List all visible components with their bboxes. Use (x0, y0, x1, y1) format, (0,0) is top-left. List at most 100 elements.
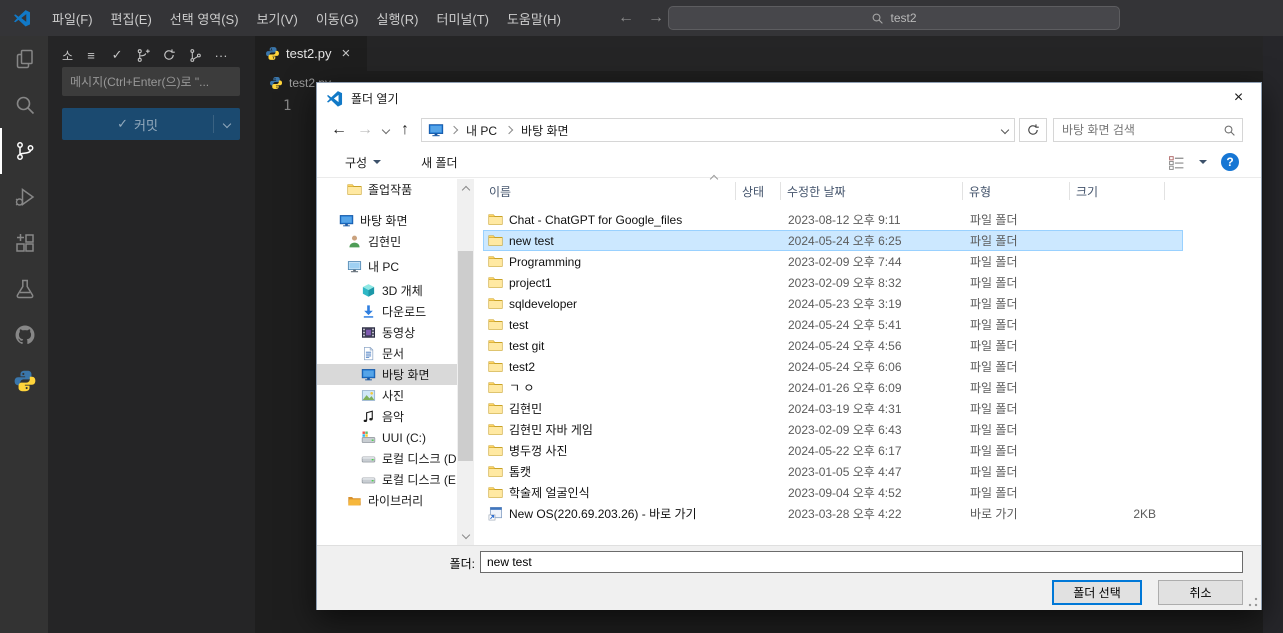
select-folder-button[interactable]: 폴더 선택 (1052, 580, 1142, 605)
commit-check-icon[interactable]: ✓ (109, 47, 125, 63)
tree-item-drive-d[interactable]: 로컬 디스크 (D (317, 448, 457, 469)
address-crumb-pc[interactable]: 내 PC (464, 122, 499, 139)
file-row[interactable]: 김현민 2024-03-19 오후 4:31 파일 폴더 (483, 398, 1183, 419)
tree-item-music[interactable]: 음악 (317, 406, 457, 427)
new-folder-button[interactable]: 새 폴더 (411, 147, 467, 177)
folder-icon (488, 233, 503, 248)
address-dropdown-icon[interactable] (1000, 125, 1010, 135)
search-icon (1223, 124, 1236, 137)
recent-locations-icon[interactable] (381, 125, 391, 135)
shortcut-icon (488, 506, 503, 521)
resize-grip[interactable] (1248, 597, 1258, 607)
editor-scrollbar[interactable] (1263, 36, 1283, 633)
tree-item-libraries[interactable]: 라이브러리 (317, 490, 457, 511)
address-crumb-desktop[interactable]: 바탕 화면 (519, 122, 571, 139)
change-view-icon[interactable] (1168, 154, 1185, 171)
tree-item-documents[interactable]: 문서 (317, 343, 457, 364)
tree-item-drive-c[interactable]: UUI (C:) (317, 427, 457, 448)
folder-name-input[interactable] (480, 551, 1243, 573)
back-button[interactable]: ← (331, 122, 347, 138)
menu-terminal[interactable]: 터미널(T) (427, 0, 497, 36)
more-actions-icon[interactable]: ··· (213, 47, 229, 63)
scroll-up-icon[interactable] (457, 179, 474, 196)
file-row[interactable]: 학술제 얼굴인식 2023-09-04 오후 4:52 파일 폴더 (483, 482, 1183, 503)
folder-icon (488, 485, 503, 500)
activity-run-debug-icon[interactable] (0, 174, 48, 220)
create-branch-icon[interactable] (135, 47, 151, 63)
help-button[interactable]: ? (1221, 153, 1239, 171)
address-bar[interactable]: 내 PC 바탕 화면 (421, 118, 1015, 142)
menu-help[interactable]: 도움말(H) (498, 0, 570, 36)
column-header-status[interactable]: 상태 (736, 182, 781, 200)
menu-selection[interactable]: 선택 영역(S) (161, 0, 248, 36)
history-forward-icon[interactable]: → (648, 9, 664, 27)
tree-item-drive-e[interactable]: 로컬 디스크 (E (317, 469, 457, 490)
cancel-button[interactable]: 취소 (1158, 580, 1243, 605)
view-dropdown-icon[interactable] (1199, 160, 1207, 164)
activity-search-icon[interactable] (0, 82, 48, 128)
menu-file[interactable]: 파일(F) (43, 0, 102, 36)
tree-item-desktop-selected[interactable]: 바탕 화면 (317, 364, 457, 385)
activity-python-icon[interactable] (0, 358, 48, 404)
commit-message-input[interactable] (62, 67, 240, 96)
scroll-down-icon[interactable] (457, 528, 474, 545)
tab-close-icon[interactable]: × (342, 45, 351, 62)
file-row-selected[interactable]: new test 2024-05-24 오후 6:25 파일 폴더 (483, 230, 1183, 251)
file-row-shortcut[interactable]: New OS(220.69.203.26) - 바로 가기 2023-03-28… (483, 503, 1183, 524)
column-header-type[interactable]: 유형 (963, 182, 1070, 200)
file-row[interactable]: sqldeveloper 2024-05-23 오후 3:19 파일 폴더 (483, 293, 1183, 314)
activity-github-icon[interactable] (0, 312, 48, 358)
tree-item-videos[interactable]: 동영상 (317, 322, 457, 343)
menu-run[interactable]: 실행(R) (368, 0, 428, 36)
git-graph-icon[interactable] (187, 47, 203, 63)
organize-button[interactable]: 구성 (335, 147, 391, 177)
tree-item-user[interactable]: 김현민 (317, 231, 457, 252)
file-row[interactable]: Programming 2023-02-09 오후 7:44 파일 폴더 (483, 251, 1183, 272)
activity-extensions-icon[interactable] (0, 220, 48, 266)
folder-icon (488, 422, 503, 437)
activity-testing-icon[interactable] (0, 266, 48, 312)
view-as-list-icon[interactable]: ≡ (83, 47, 99, 63)
file-row[interactable]: Chat - ChatGPT for Google_files 2023-08-… (483, 209, 1183, 230)
column-header-size[interactable]: 크기 (1070, 182, 1165, 200)
new-folder-label: 새 폴더 (421, 155, 458, 170)
file-row[interactable]: 톰캣 2023-01-05 오후 4:47 파일 폴더 (483, 461, 1183, 482)
file-row[interactable]: ㄱ ㅇ 2024-01-26 오후 6:09 파일 폴더 (483, 377, 1183, 398)
file-row[interactable]: test 2024-05-24 오후 5:41 파일 폴더 (483, 314, 1183, 335)
menu-view[interactable]: 보기(V) (248, 0, 307, 36)
file-row[interactable]: test git 2024-05-24 오후 4:56 파일 폴더 (483, 335, 1183, 356)
dialog-search-input[interactable] (1054, 119, 1242, 141)
menu-go[interactable]: 이동(G) (307, 0, 368, 36)
python-file-icon (269, 76, 283, 90)
column-header-name[interactable]: 이름 (483, 182, 736, 200)
refresh-icon[interactable] (161, 47, 177, 63)
tree-item-graduation[interactable]: 졸업작품 (317, 179, 457, 200)
forward-button[interactable]: → (357, 122, 373, 138)
list-header: 이름 상태 수정한 날짜 유형 크기 (483, 174, 1183, 203)
tree-item-desktop-root[interactable]: 바탕 화면 (317, 210, 457, 231)
command-center-search[interactable]: test2 (668, 6, 1120, 30)
menu-edit[interactable]: 편집(E) (102, 0, 161, 36)
tab-test2py[interactable]: test2.py × (255, 36, 367, 71)
activity-explorer-icon[interactable] (0, 36, 48, 82)
dialog-search-box[interactable] (1053, 118, 1243, 142)
tree-item-3d-objects[interactable]: 3D 개체 (317, 280, 457, 301)
refresh-button[interactable] (1019, 118, 1047, 142)
up-button[interactable]: ↑ (401, 122, 409, 138)
file-row[interactable]: test2 2024-05-24 오후 6:06 파일 폴더 (483, 356, 1183, 377)
file-row[interactable]: 병두껑 사진 2024-05-22 오후 6:17 파일 폴더 (483, 440, 1183, 461)
scrollbar-thumb[interactable] (458, 251, 473, 461)
tree-item-pictures[interactable]: 사진 (317, 385, 457, 406)
tree-item-downloads[interactable]: 다운로드 (317, 301, 457, 322)
history-back-icon[interactable]: ← (618, 9, 634, 27)
tree-item-this-pc[interactable]: 내 PC (317, 256, 457, 277)
commit-button[interactable]: ✓ 커밋 (62, 108, 240, 140)
column-header-date[interactable]: 수정한 날짜 (781, 182, 963, 200)
dialog-close-button[interactable]: × (1216, 83, 1261, 112)
activity-source-control-icon[interactable] (0, 128, 48, 174)
file-row[interactable]: 김현민 자바 게임 2023-02-09 오후 6:43 파일 폴더 (483, 419, 1183, 440)
tree-scrollbar[interactable] (457, 179, 474, 545)
dialog-title-bar[interactable]: 폴더 열기 × (317, 83, 1261, 113)
commit-dropdown-button[interactable] (214, 119, 240, 129)
file-row[interactable]: project1 2023-02-09 오후 8:32 파일 폴더 (483, 272, 1183, 293)
